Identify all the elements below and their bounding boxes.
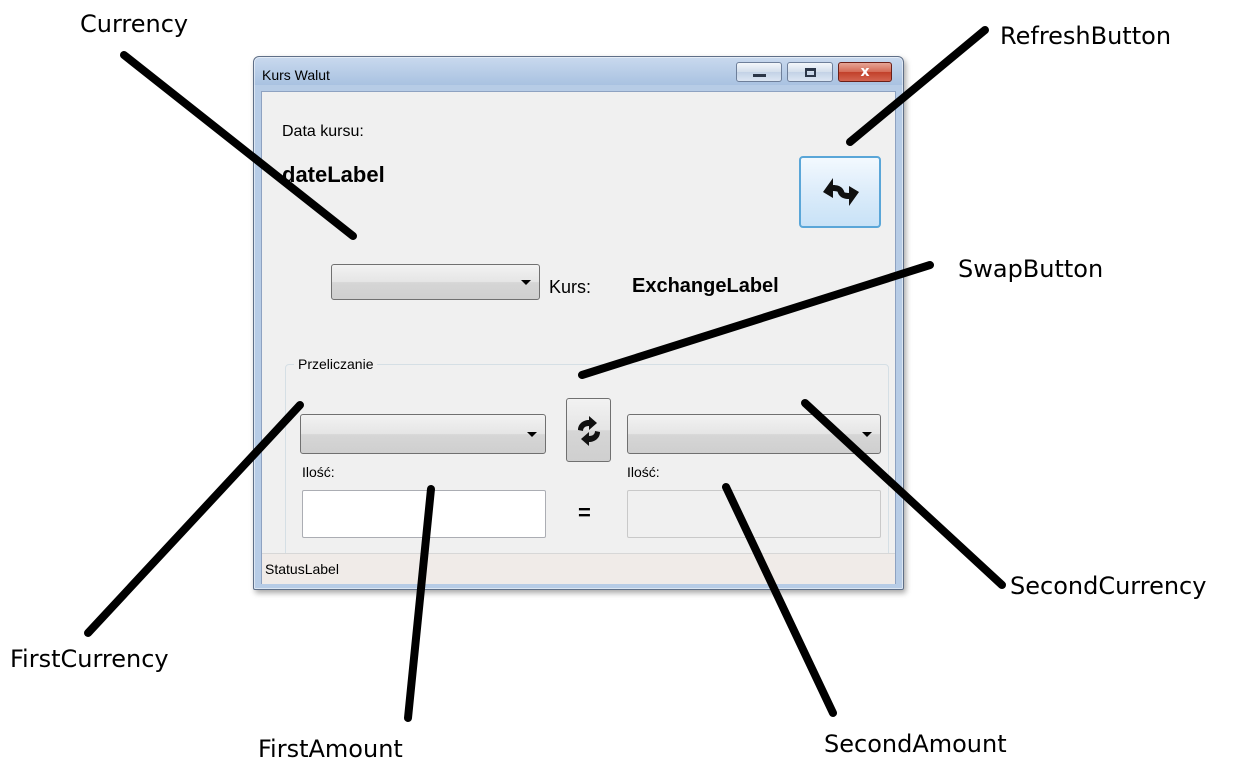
second-currency-combo[interactable]: [627, 414, 881, 454]
second-amount-caption: Ilość:: [627, 464, 660, 480]
status-bar: StatusLabel: [262, 553, 895, 584]
rate-caption: Kurs:: [549, 277, 592, 297]
currency-combo[interactable]: [331, 264, 540, 300]
date-label: dateLabel: [282, 162, 385, 187]
first-amount-caption: Ilość:: [302, 464, 335, 480]
second-amount-input[interactable]: [627, 490, 881, 538]
app-window: Kurs Walut x Data kursu: dateLabel Kurs:…: [253, 56, 904, 590]
swap-arrows-icon: [578, 416, 600, 446]
annotation-currency: Currency: [80, 10, 189, 38]
close-button[interactable]: x: [838, 62, 892, 82]
equals-sign: =: [578, 500, 591, 525]
conversion-group-title: Przeliczanie: [294, 356, 378, 372]
maximize-button[interactable]: [787, 62, 833, 82]
annotation-refresh-button: RefreshButton: [1000, 22, 1172, 50]
first-amount-input[interactable]: [302, 490, 546, 538]
annotation-first-currency: FirstCurrency: [10, 645, 169, 673]
first-currency-combo[interactable]: [300, 414, 546, 454]
minimize-icon: [753, 74, 766, 77]
annotation-second-amount: SecondAmount: [824, 730, 1007, 758]
maximize-icon: [805, 68, 816, 77]
chevron-down-icon: [862, 432, 872, 437]
annotation-swap-button: SwapButton: [958, 255, 1104, 283]
client-area: Data kursu: dateLabel Kurs: ExchangeLabe…: [261, 91, 896, 584]
annotation-first-amount: FirstAmount: [258, 735, 403, 763]
title-bar[interactable]: Kurs Walut x: [254, 57, 903, 91]
chevron-down-icon: [521, 280, 531, 285]
close-icon: x: [860, 64, 870, 80]
swap-button[interactable]: [566, 398, 611, 462]
minimize-button[interactable]: [736, 62, 782, 82]
conversion-group: [285, 364, 889, 572]
refresh-arrows-icon: [823, 178, 859, 206]
window-title: Kurs Walut: [262, 67, 330, 83]
refresh-button[interactable]: [799, 156, 881, 228]
date-caption: Data kursu:: [282, 123, 364, 140]
status-label: StatusLabel: [265, 561, 339, 577]
chevron-down-icon: [527, 432, 537, 437]
annotation-second-currency: SecondCurrency: [1010, 572, 1207, 600]
exchange-label: ExchangeLabel: [632, 275, 779, 297]
